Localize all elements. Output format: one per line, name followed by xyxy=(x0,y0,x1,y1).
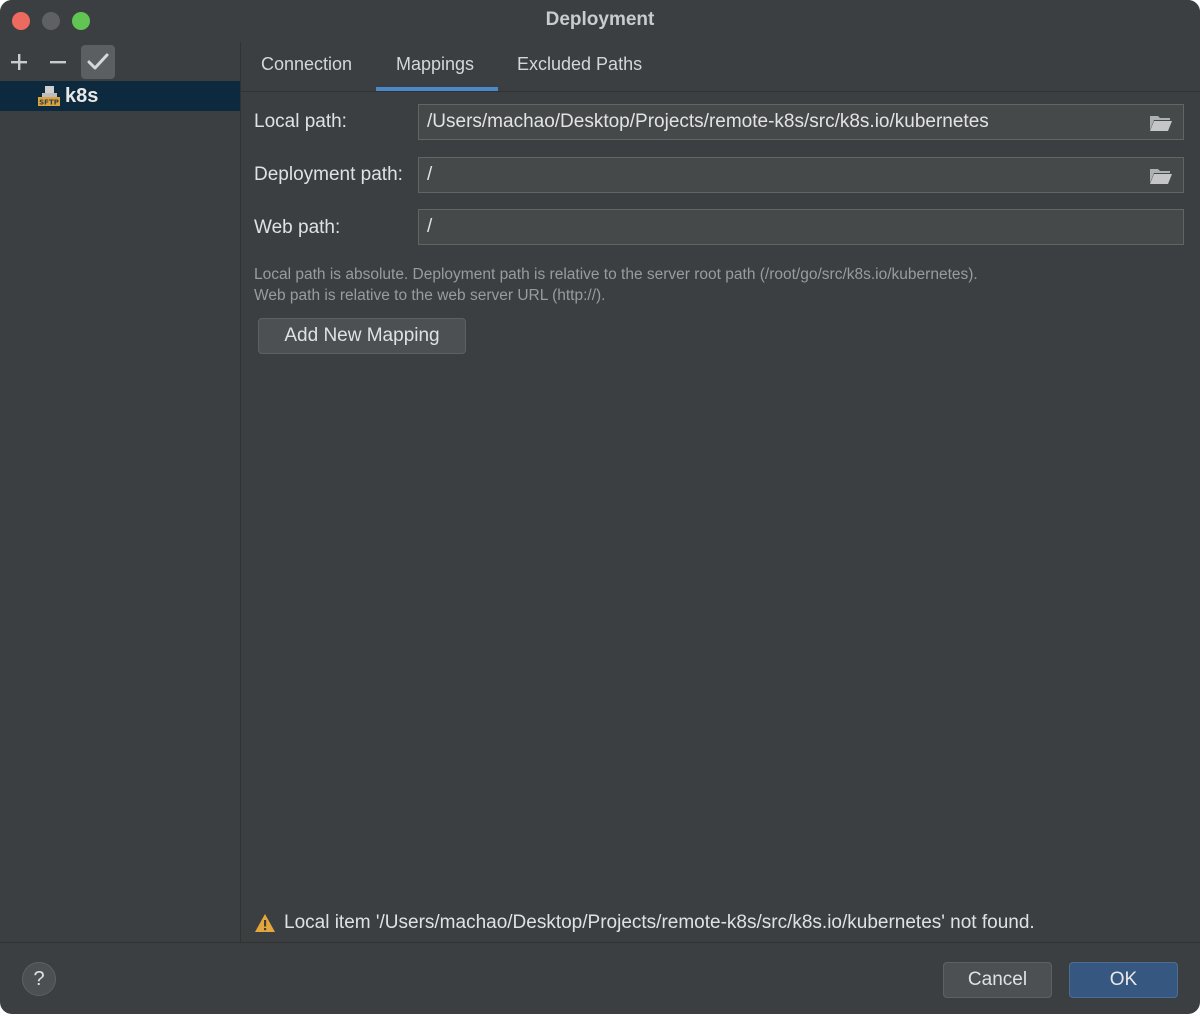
help-icon: ? xyxy=(33,967,45,990)
web-path-value: / xyxy=(427,216,433,237)
help-button[interactable]: ? xyxy=(22,962,56,996)
browse-folder-icon[interactable] xyxy=(1149,113,1173,133)
add-new-mapping-button[interactable]: Add New Mapping xyxy=(258,318,466,354)
checkmark-icon xyxy=(87,53,109,70)
web-path-field[interactable]: / xyxy=(418,209,1184,245)
path-hint-line-1: Local path is absolute. Deployment path … xyxy=(254,266,978,283)
settings-tabs: Connection Mappings Excluded Paths xyxy=(241,42,1200,92)
active-tab-indicator xyxy=(376,87,498,91)
tab-excluded-paths[interactable]: Excluded Paths xyxy=(497,54,662,92)
remove-server-button[interactable] xyxy=(41,45,75,79)
deployment-path-value: / xyxy=(427,164,433,185)
plus-icon xyxy=(11,54,27,70)
sftp-server-icon: SFTP xyxy=(38,86,60,107)
warning-message: Local item '/Users/machao/Desktop/Projec… xyxy=(254,912,1035,934)
footer-divider xyxy=(0,942,1200,943)
deployment-path-field[interactable]: / xyxy=(418,157,1184,193)
deployment-dialog: Deployment SFTP k8s Connection Mappings … xyxy=(0,0,1200,1014)
deployment-path-label: Deployment path: xyxy=(254,164,403,185)
web-path-label: Web path: xyxy=(254,217,341,238)
server-list-toolbar xyxy=(0,42,240,82)
add-server-button[interactable] xyxy=(2,45,36,79)
server-item-label: k8s xyxy=(65,85,99,107)
cancel-button[interactable]: Cancel xyxy=(943,962,1052,998)
minus-icon xyxy=(50,61,66,64)
browse-folder-icon[interactable] xyxy=(1149,166,1173,186)
ok-button[interactable]: OK xyxy=(1069,962,1178,998)
server-list-panel: SFTP k8s xyxy=(0,42,241,942)
local-path-label: Local path: xyxy=(254,111,347,132)
local-path-value: /Users/machao/Desktop/Projects/remote-k8… xyxy=(427,111,989,132)
svg-text:SFTP: SFTP xyxy=(39,99,59,107)
warning-icon xyxy=(255,914,275,932)
server-item-k8s[interactable]: SFTP k8s xyxy=(0,81,240,111)
title-bar: Deployment xyxy=(0,0,1200,42)
use-as-default-button[interactable] xyxy=(81,45,115,79)
local-path-field[interactable]: /Users/machao/Desktop/Projects/remote-k8… xyxy=(418,104,1184,140)
window-title: Deployment xyxy=(545,9,655,30)
path-hint-line-2: Web path is relative to the web server U… xyxy=(254,287,606,304)
tab-connection[interactable]: Connection xyxy=(241,54,372,92)
warning-text: Local item '/Users/machao/Desktop/Projec… xyxy=(284,912,1035,933)
